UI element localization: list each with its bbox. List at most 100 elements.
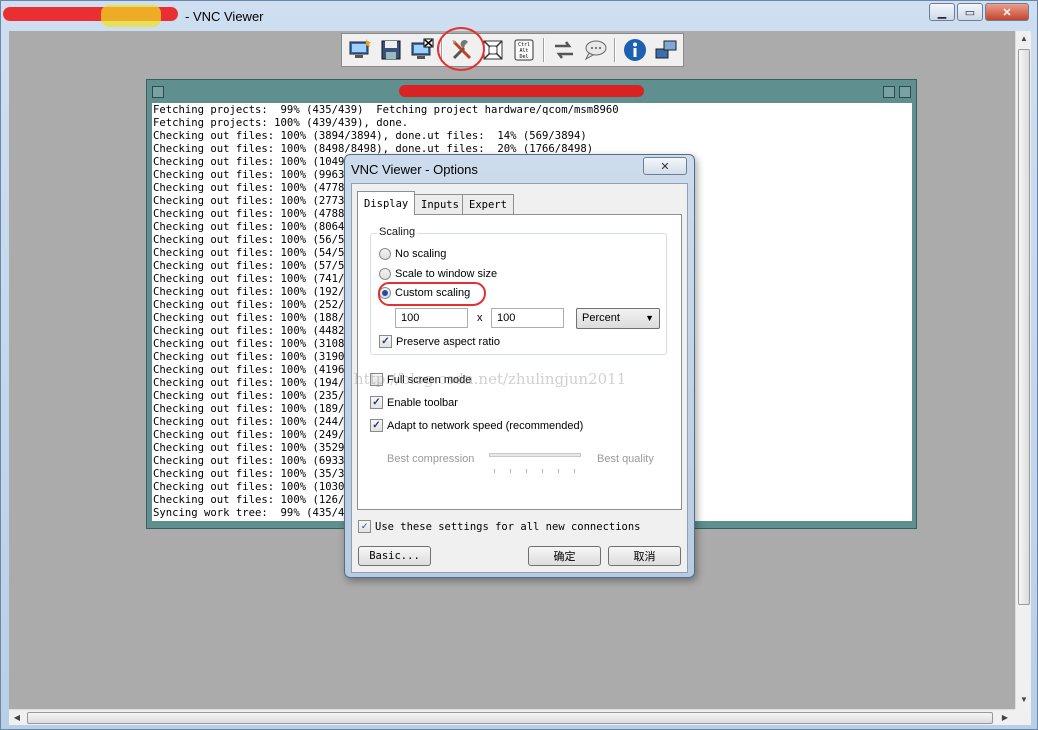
scroll-down-arrow-icon[interactable]: ▼ bbox=[1016, 695, 1032, 704]
title-bar[interactable]: - VNC Viewer ▁ ▭ ✕ bbox=[1, 1, 1037, 31]
best-compression-label: Best compression bbox=[387, 453, 475, 465]
new-connection-button[interactable] bbox=[346, 36, 374, 64]
save-button[interactable] bbox=[377, 36, 405, 64]
close-button[interactable]: ✕ bbox=[985, 3, 1029, 21]
options-button[interactable] bbox=[448, 36, 476, 64]
scroll-up-arrow-icon[interactable]: ▲ bbox=[1016, 34, 1032, 43]
dialog-close-button[interactable]: ✕ bbox=[643, 157, 687, 175]
horizontal-scrollbar[interactable]: ◀ ▶ bbox=[9, 709, 1015, 725]
slider-tick bbox=[558, 469, 559, 473]
vnc-toolbar: Ctrl Alt Del bbox=[341, 33, 684, 67]
use-settings-label: Use these settings for all new connectio… bbox=[375, 520, 641, 533]
slider-tick bbox=[542, 469, 543, 473]
enable-toolbar-label: Enable toolbar bbox=[387, 396, 458, 409]
chat-button[interactable] bbox=[581, 36, 609, 64]
slider-tick bbox=[494, 469, 495, 473]
scale-to-window-option[interactable]: Scale to window size bbox=[379, 268, 497, 280]
window-title: - VNC Viewer bbox=[185, 9, 264, 24]
scale-unit-select[interactable]: Percent ▼ bbox=[576, 308, 660, 329]
minimize-button[interactable]: ▁ bbox=[929, 3, 955, 21]
adapt-speed-label: Adapt to network speed (recommended) bbox=[387, 419, 584, 432]
options-dialog: VNC Viewer - Options ✕ Display Inputs Ex… bbox=[344, 154, 695, 578]
custom-scaling-option[interactable]: Custom scaling bbox=[379, 287, 470, 299]
toolbar-separator bbox=[441, 38, 443, 62]
fullscreen-icon bbox=[483, 40, 503, 60]
checkbox-checked[interactable]: ✓ bbox=[370, 419, 383, 432]
checkbox[interactable] bbox=[370, 373, 383, 386]
scale-width-input[interactable]: 100 bbox=[395, 308, 468, 328]
scroll-right-arrow-icon[interactable]: ▶ bbox=[997, 713, 1013, 722]
new-connection-icon bbox=[349, 39, 371, 58]
options-tools-icon bbox=[452, 40, 472, 60]
cancel-button[interactable]: 取消 bbox=[608, 546, 681, 566]
save-icon bbox=[381, 40, 401, 60]
display-tab-panel: Scaling No scaling Scale to window size … bbox=[357, 214, 682, 510]
no-scaling-option[interactable]: No scaling bbox=[379, 248, 446, 260]
connection-button[interactable] bbox=[652, 36, 680, 64]
transfer-button[interactable] bbox=[550, 36, 578, 64]
ok-button[interactable]: 确定 bbox=[528, 546, 601, 566]
terminal-menu-button[interactable] bbox=[152, 86, 164, 98]
disconnect-icon bbox=[411, 38, 434, 59]
info-icon bbox=[624, 39, 646, 61]
vertical-scrollbar[interactable]: ▲ ▼ bbox=[1015, 31, 1031, 709]
tab-expert[interactable]: Expert bbox=[462, 194, 514, 214]
scaling-legend: Scaling bbox=[377, 226, 418, 238]
tab-inputs[interactable]: Inputs bbox=[414, 194, 466, 214]
window-controls: ▁ ▭ ✕ bbox=[929, 3, 1029, 21]
horizontal-scroll-thumb[interactable] bbox=[27, 712, 993, 724]
preserve-aspect-option[interactable]: ✓ Preserve aspect ratio bbox=[379, 335, 500, 348]
checkbox-checked[interactable]: ✓ bbox=[379, 335, 392, 348]
slider-tick bbox=[510, 469, 511, 473]
scale-height-input[interactable]: 100 bbox=[491, 308, 564, 328]
no-scaling-label: No scaling bbox=[395, 248, 447, 260]
best-quality-label: Best quality bbox=[597, 453, 654, 465]
radio-button-selected[interactable] bbox=[379, 287, 391, 299]
scrollbar-corner bbox=[1015, 709, 1031, 725]
dropdown-arrow-icon: ▼ bbox=[645, 313, 654, 323]
transfer-icon bbox=[555, 41, 573, 59]
basic-button[interactable]: Basic... bbox=[358, 546, 431, 566]
terminal-minimize-button[interactable] bbox=[883, 86, 895, 98]
toolbar-separator bbox=[614, 38, 616, 62]
custom-scaling-label: Custom scaling bbox=[395, 287, 471, 299]
vertical-scroll-thumb[interactable] bbox=[1018, 49, 1030, 605]
full-screen-option[interactable]: Full screen mode bbox=[370, 373, 471, 386]
dialog-body: Display Inputs Expert Scaling No scaling… bbox=[351, 183, 688, 573]
full-screen-label: Full screen mode bbox=[387, 373, 472, 386]
disconnect-button[interactable] bbox=[408, 36, 436, 64]
ctrl-alt-del-icon: CtrlAltDel bbox=[514, 39, 534, 61]
redaction-mark bbox=[399, 85, 644, 97]
preserve-aspect-label: Preserve aspect ratio bbox=[396, 335, 500, 348]
slider-tick bbox=[574, 469, 575, 473]
scale-to-window-label: Scale to window size bbox=[395, 268, 498, 280]
maximize-button[interactable]: ▭ bbox=[957, 3, 983, 21]
dialog-title: VNC Viewer - Options bbox=[351, 162, 478, 177]
info-button[interactable] bbox=[621, 36, 649, 64]
enable-toolbar-option[interactable]: ✓ Enable toolbar bbox=[370, 396, 458, 409]
terminal-line: Fetching projects: 100% (439/439), done. bbox=[153, 117, 409, 129]
terminal-maximize-button[interactable] bbox=[899, 86, 911, 98]
quality-slider bbox=[489, 453, 581, 457]
ctrl-alt-del-button[interactable]: Ctrl Alt Del bbox=[510, 36, 538, 64]
toolbar-separator bbox=[543, 38, 545, 62]
connection-icon bbox=[655, 40, 677, 59]
redaction-mark bbox=[101, 5, 161, 27]
scale-unit-value: Percent bbox=[582, 312, 620, 324]
vnc-viewer-window: - VNC Viewer ▁ ▭ ✕ Ctrl Alt Del Fetching… bbox=[0, 0, 1038, 730]
terminal-line: Checking out files: 100% (3894/3894), do… bbox=[153, 130, 587, 142]
scale-x-label: x bbox=[477, 312, 483, 324]
use-settings-option[interactable]: ✓ Use these settings for all new connect… bbox=[358, 520, 641, 533]
scroll-left-arrow-icon[interactable]: ◀ bbox=[9, 713, 25, 722]
checkbox-checked[interactable]: ✓ bbox=[358, 520, 371, 533]
checkbox-checked[interactable]: ✓ bbox=[370, 396, 383, 409]
tab-display[interactable]: Display bbox=[357, 191, 416, 215]
adapt-speed-option[interactable]: ✓ Adapt to network speed (recommended) bbox=[370, 419, 583, 432]
radio-button[interactable] bbox=[379, 248, 391, 260]
fullscreen-button[interactable] bbox=[479, 36, 507, 64]
scaling-group: Scaling No scaling Scale to window size … bbox=[370, 226, 667, 355]
slider-tick bbox=[526, 469, 527, 473]
svg-text:Del: Del bbox=[519, 54, 528, 60]
radio-button[interactable] bbox=[379, 268, 391, 280]
terminal-title-bar bbox=[147, 80, 916, 102]
